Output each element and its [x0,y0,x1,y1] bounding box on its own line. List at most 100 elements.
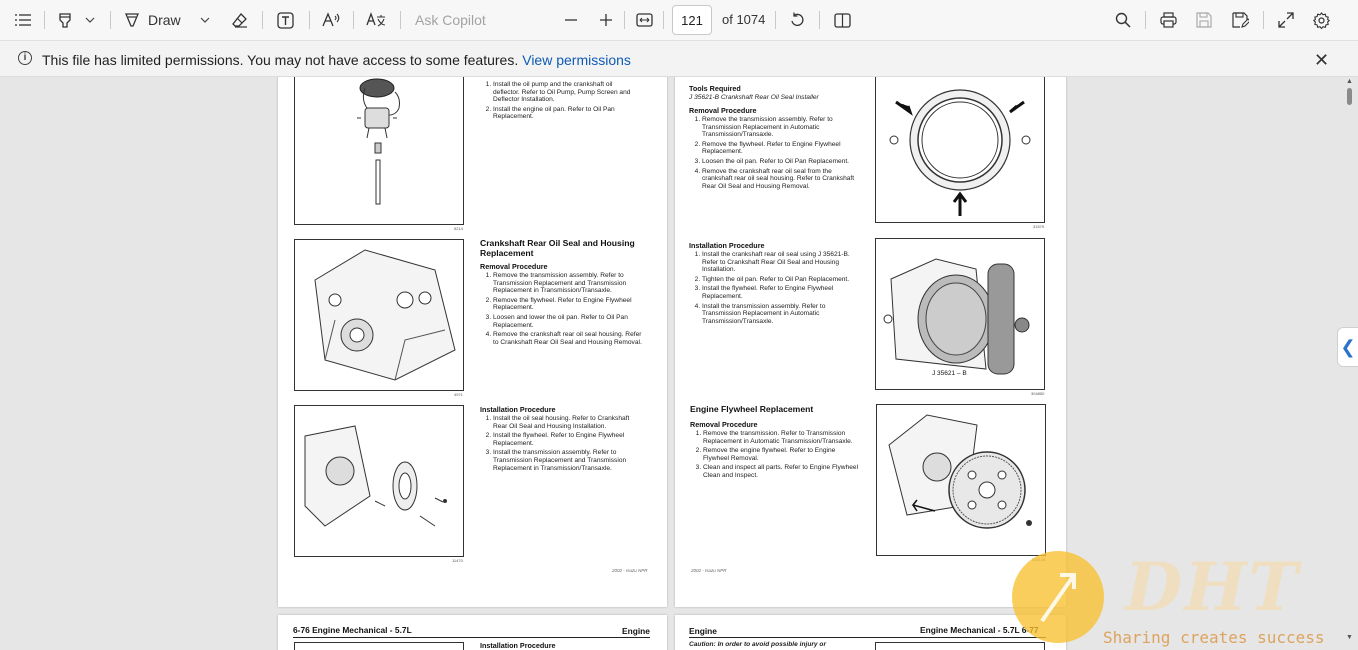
install-steps-list: Install the oil pump and the crankshaft … [480,81,640,123]
step-item: Install the engine oil pan. Refer to Oil… [493,106,640,121]
scrollbar-thumb[interactable] [1347,88,1352,105]
removal-heading: Removal Procedure [480,262,548,271]
flywheel-removal-heading: Removal Procedure [690,420,758,429]
draw-options-chevron-down-icon[interactable] [197,5,213,35]
page-header-left: 6-76 Engine Mechanical - 5.7L [293,625,412,635]
removal-steps-list: Remove the transmission assembly. Refer … [480,272,645,348]
rotate-icon[interactable] [786,5,808,35]
toolbar-divider [44,11,45,29]
step-item: Install the oil seal housing. Refer to C… [493,415,645,430]
page-view-icon[interactable] [831,5,853,35]
toolbar-divider [353,11,354,29]
step-item: Install the flywheel. Refer to Engine Fl… [702,285,861,300]
pdf-page-right: Tools Required J 35621-B Crankshaft Rear… [675,77,1066,607]
header-rule [293,637,650,638]
ask-copilot-input[interactable]: Ask Copilot [415,12,486,28]
highlight-icon[interactable] [54,5,76,35]
step-item: Remove the flywheel. Refer to Engine Fly… [702,141,861,156]
zoom-out-icon[interactable] [561,5,581,35]
highlight-options-chevron-down-icon[interactable] [82,5,98,35]
settings-icon[interactable] [1310,5,1332,35]
toolbar-divider [400,11,401,29]
flywheel-removal-steps-list: Remove the transmission. Refer to Transm… [690,430,862,482]
read-aloud-icon[interactable] [320,5,342,35]
step-item: Remove the flywheel. Refer to Engine Fly… [493,297,645,312]
figure-partial [875,642,1045,650]
close-icon[interactable]: ✕ [1314,50,1329,71]
toolbar-divider [819,11,820,29]
figure-number: 31579 [1033,224,1045,229]
save-icon[interactable] [1193,5,1215,35]
removal-heading: Removal Procedure [689,106,757,115]
figure-number: 5214 [454,226,463,231]
figure-partial [294,642,464,650]
eraser-icon[interactable] [229,5,251,35]
figure-number: 4971 [454,392,463,397]
header-rule [689,637,1046,638]
scroll-up-arrow-icon[interactable]: ▲ [1346,78,1353,85]
step-item: Remove the transmission. Refer to Transm… [703,430,862,445]
draw-button[interactable]: Draw [148,5,188,35]
step-item: Install the transmission assembly. Refer… [702,303,861,326]
text-box-icon[interactable] [274,5,296,35]
watermark-tagline: Sharing creates success [1103,628,1325,647]
step-item: Install the crankshaft rear oil seal usi… [702,251,861,274]
toolbar-divider [1145,11,1146,29]
infobar-message-text: This file has limited permissions. You m… [42,52,519,68]
installation-steps-list: Install the crankshaft rear oil seal usi… [689,251,861,327]
installation-heading: Installation Procedure [480,405,556,414]
figure-flywheel [876,404,1046,556]
page-footer: 2002 - Isuzu NPR [612,568,648,573]
draw-icon[interactable] [121,5,143,35]
page-header-right: Engine [622,626,650,636]
contents-icon[interactable] [12,5,34,35]
toolbar-divider [110,11,111,29]
print-icon[interactable] [1157,5,1179,35]
page-number-input[interactable]: 121 [672,5,712,35]
figure-number: 11470 [452,558,463,563]
scroll-down-arrow-icon[interactable]: ▼ [1346,634,1353,641]
step-item: Install the oil pump and the crankshaft … [493,81,640,104]
info-icon: i [18,51,32,65]
caution-text: Caution: In order to avoid possible inju… [689,641,827,648]
figure-rear-seal-removal [875,77,1045,223]
toolbar-divider [309,11,310,29]
view-permissions-link[interactable]: View permissions [522,52,631,68]
fullscreen-icon[interactable] [1275,5,1297,35]
toolbar-divider [262,11,263,29]
removal-steps-list: Remove the transmission assembly. Refer … [689,116,861,192]
tools-heading: Tools Required [689,84,741,93]
page-footer: 2002 - Isuzu NPR [691,568,727,573]
search-icon[interactable] [1112,5,1134,35]
tool-label: J 35621 – B [932,370,967,377]
pdf-page-left: 5214 Install the oil pump and the cranks… [278,77,667,607]
fit-width-icon[interactable] [633,5,655,35]
pdf-page-right-next: Engine Engine Mechanical - 5.7L 6-77 Cau… [675,615,1066,650]
collapse-panel-icon[interactable]: ❮ [1337,327,1358,367]
step-item: Clean and inspect all parts. Refer to En… [703,464,862,479]
step-item: Remove the crankshaft rear oil seal from… [702,168,861,191]
page-header-left: Engine [689,626,717,636]
step-item: Remove the transmission assembly. Refer … [493,272,645,295]
toolbar-divider [624,11,625,29]
toolbar-divider [775,11,776,29]
section-title: Crankshaft Rear Oil Seal and Housing Rep… [480,238,635,258]
permissions-infobar: i This file has limited permissions. You… [0,40,1358,77]
pdf-page-left-next: 6-76 Engine Mechanical - 5.7L Engine Ins… [278,615,667,650]
figure-engine-block-rear [294,239,464,391]
figure-seal-installer-tool: J 35621 – B [875,238,1045,390]
translate-icon[interactable] [364,5,388,35]
step-item: Remove the transmission assembly. Refer … [702,116,861,139]
step-item: Install the transmission assembly. Refer… [493,449,645,472]
step-item: Tighten the oil pan. Refer to Oil Pan Re… [702,276,861,284]
pdf-toolbar: Draw Ask Copilot 121 of 1074 [0,0,1358,40]
save-as-icon[interactable] [1229,5,1251,35]
installation-heading: Installation Procedure [480,641,556,650]
zoom-in-icon[interactable] [596,5,616,35]
figure-oil-pump [294,77,464,225]
toolbar-divider [1263,11,1264,29]
step-item: Loosen the oil pan. Refer to Oil Pan Rep… [702,158,861,166]
step-item: Remove the engine flywheel. Refer to Eng… [703,447,862,462]
figure-number: 304850 [1031,391,1045,396]
step-item: Loosen and lower the oil pan. Refer to O… [493,314,645,329]
